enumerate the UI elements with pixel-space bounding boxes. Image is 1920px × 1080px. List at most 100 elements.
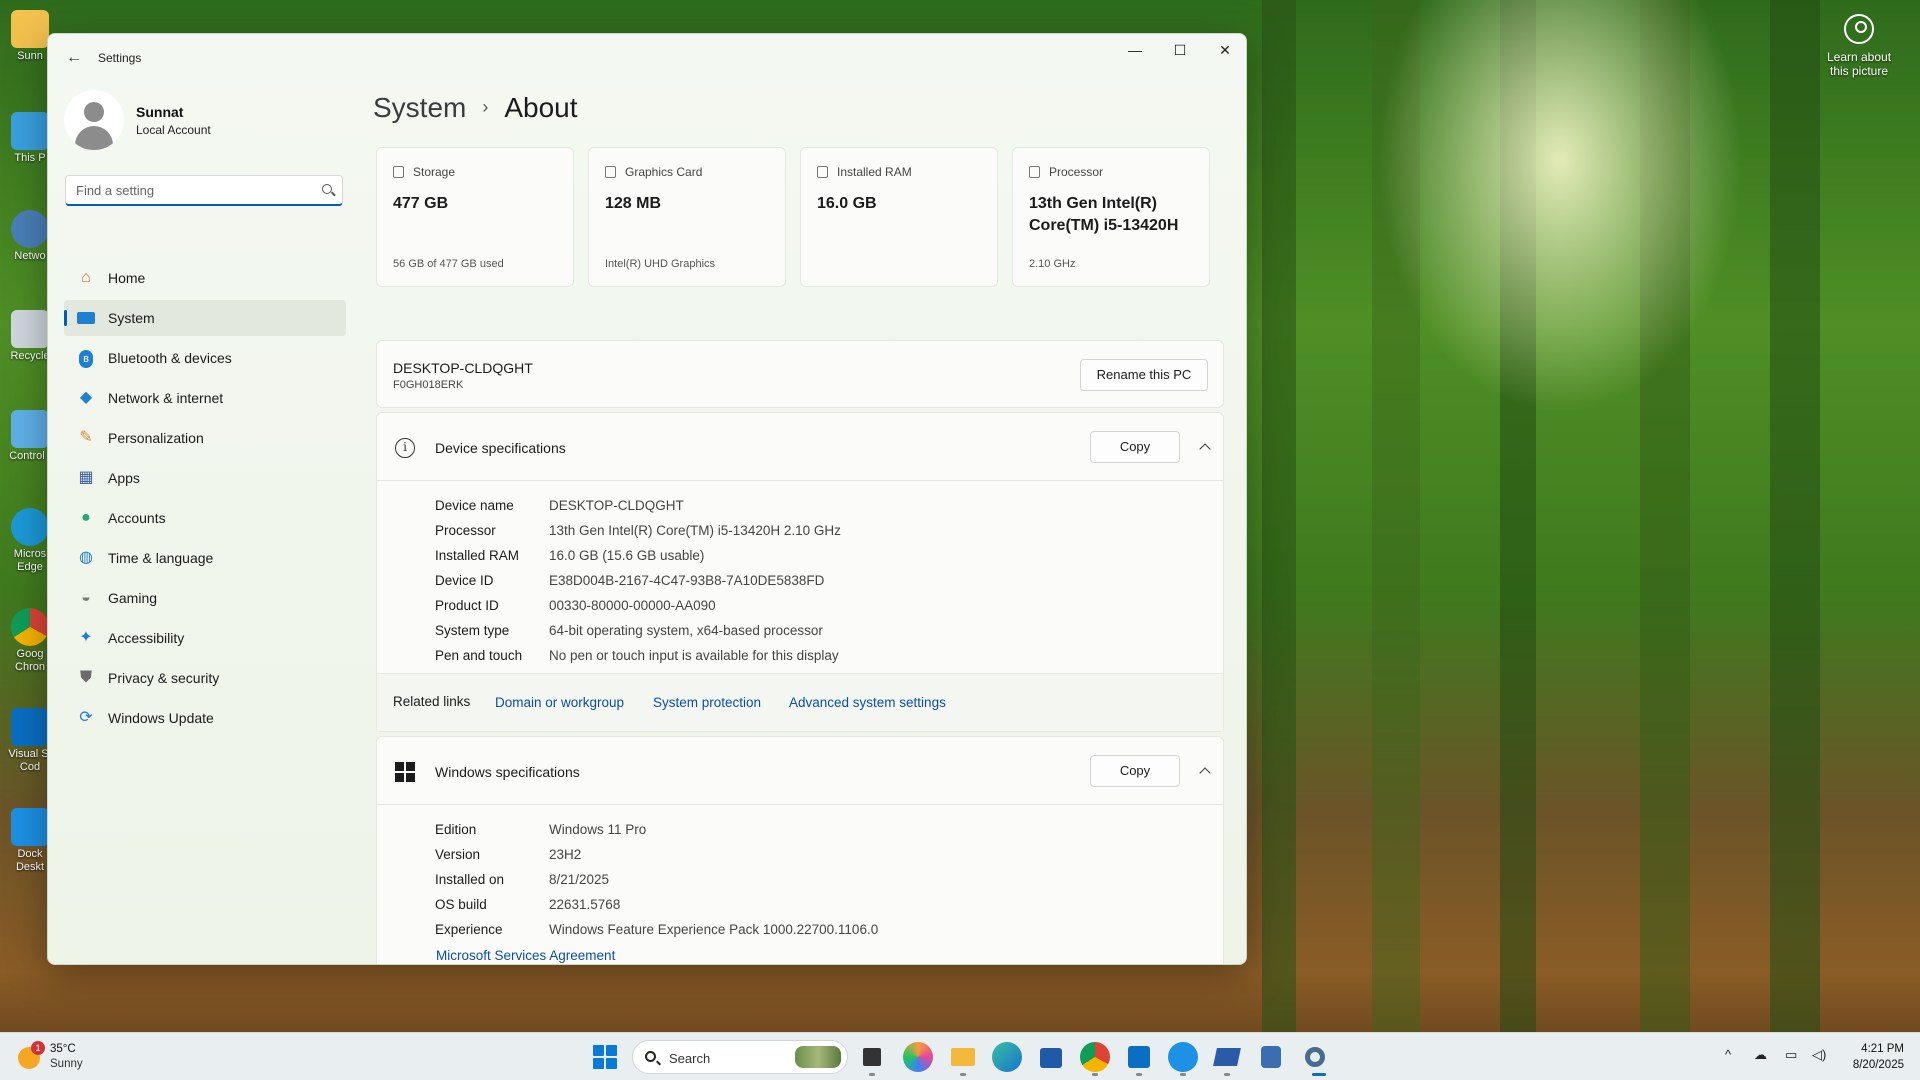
learn-about-picture-label: Learn about this picture [1826,50,1892,78]
volume-icon[interactable]: ◁) [1812,1047,1826,1063]
sidebar-item-apps[interactable]: ▦ Apps [64,460,346,496]
system-icon [76,309,96,327]
processor-icon [1029,166,1040,178]
spec-key: OS build [435,897,487,912]
card-label: Processor [1049,165,1104,179]
device-specs-header[interactable]: i Device specifications Copy [377,413,1223,481]
running-indicator [1092,1073,1098,1076]
domain-workgroup-link[interactable]: Domain or workgroup [495,695,624,710]
sidebar-item-personalization[interactable]: ✎ Personalization [64,420,346,456]
learn-about-picture[interactable]: Learn about this picture [1816,14,1902,78]
sidebar-item-gaming[interactable]: ◒ Gaming [64,580,346,616]
sidebar-item-network[interactable]: ◆ Network & internet [64,380,346,416]
sidebar-item-label: Apps [108,470,140,486]
close-button[interactable]: ✕ [1202,34,1246,66]
sidebar-item-accessibility[interactable]: ✦ Accessibility [64,620,346,656]
folder-icon [11,10,49,48]
windows-specs-panel: Windows specifications Copy Edition Windo… [376,736,1224,964]
page-title: About [504,92,578,123]
sidebar-item-label: Accounts [108,510,166,526]
title-bar: ← Settings — ☐ ✕ [48,34,1246,82]
accessibility-icon: ✦ [79,629,93,646]
sidebar-item-system[interactable]: System [64,300,346,336]
bluetooth-icon: ʙ [76,349,96,368]
collapse-chevron-icon[interactable] [1190,759,1220,783]
section-title: Windows specifications [435,764,580,780]
back-button[interactable]: ← [62,46,86,70]
sidebar-item-home[interactable]: ⌂ Home [64,260,346,296]
file-explorer-icon[interactable] [857,1042,887,1072]
sidebar-item-windows-update[interactable]: ⟳ Windows Update [64,700,346,736]
network-status-icon[interactable]: ▭ [1785,1047,1797,1063]
spec-value: No pen or touch input is available for t… [549,648,839,663]
maximize-button[interactable]: ☐ [1157,34,1203,66]
folder-icon[interactable] [948,1042,978,1072]
control-panel-icon [11,410,49,448]
spec-value: 23H2 [549,847,582,862]
spec-value: 16.0 GB (15.6 GB usable) [549,548,705,563]
storage-card[interactable]: Storage 477 GB 56 GB of 477 GB used [376,147,574,287]
shield-icon: ⛊ [79,669,92,686]
section-title: Device specifications [435,440,566,456]
sidebar-item-privacy[interactable]: ⛊ Privacy & security [64,660,346,696]
edge-icon[interactable] [992,1042,1022,1072]
profile-account-type: Local Account [136,123,211,137]
search-input[interactable] [66,176,306,204]
sidebar-item-label: Bluetooth & devices [108,350,232,366]
network-globe-icon [11,210,49,248]
onedrive-offline-icon[interactable]: ☁ [1754,1047,1767,1063]
brush-icon: ✎ [79,429,93,446]
profile-name: Sunnat [136,104,184,120]
powershell-icon[interactable] [1212,1042,1242,1072]
graphics-card[interactable]: Graphics Card 128 MB Intel(R) UHD Graphi… [588,147,786,287]
start-button[interactable] [590,1042,620,1072]
minimize-button[interactable]: — [1112,34,1158,66]
card-label: Graphics Card [625,165,703,179]
services-agreement-link[interactable]: Microsoft Services Agreement [436,948,615,963]
spec-value: E38D004B-2167-4C47-93B8-7A10DE5838FD [549,573,825,588]
copy-device-specs-button[interactable]: Copy [1090,431,1180,463]
git-bash-icon[interactable] [1256,1042,1286,1072]
spec-value: 8/21/2025 [549,872,610,887]
copy-windows-specs-button[interactable]: Copy [1090,755,1180,787]
clock[interactable]: 4:21 PM 8/20/2025 [1853,1041,1904,1073]
collapse-chevron-icon[interactable] [1190,435,1220,459]
accounts-icon: ● [81,509,91,526]
vscode-icon[interactable] [1124,1042,1154,1072]
edge-icon [11,508,49,546]
controller-icon: ◒ [81,589,91,606]
search-box[interactable] [65,175,343,206]
show-hidden-icons-chevron-icon[interactable]: ^ [1725,1047,1731,1062]
breadcrumb-parent[interactable]: System [373,92,466,123]
processor-card[interactable]: Processor 13th Gen Intel(R) Core(TM) i5-… [1012,147,1210,287]
advanced-system-settings-link[interactable]: Advanced system settings [789,695,946,710]
rename-pc-button[interactable]: Rename this PC [1080,359,1208,391]
related-links-label: Related links [393,694,471,709]
search-icon[interactable] [322,184,332,194]
sidebar-item-time-language[interactable]: ◍ Time & language [64,540,346,576]
card-label: Installed RAM [837,165,912,179]
spec-key: Device ID [435,573,494,588]
windows-specs-header[interactable]: Windows specifications Copy [377,737,1223,805]
card-sub: 2.10 GHz [1029,258,1076,270]
sidebar-item-label: Home [108,270,146,286]
spec-key: System type [435,623,510,638]
pc-name: DESKTOP-CLDQGHT [393,360,533,376]
running-indicator [1180,1073,1186,1076]
running-indicator [869,1073,875,1076]
store-icon[interactable] [1036,1042,1066,1072]
docker-icon[interactable] [1168,1042,1198,1072]
sidebar-item-label: Time & language [108,550,214,566]
sidebar-item-label: System [108,310,155,326]
clock-date: 8/20/2025 [1852,1059,1904,1071]
settings-icon[interactable] [1300,1042,1330,1072]
system-protection-link[interactable]: System protection [653,695,761,710]
ram-card[interactable]: Installed RAM 16.0 GB [800,147,998,287]
sidebar-item-accounts[interactable]: ● Accounts [64,500,346,536]
taskbar-search[interactable]: Search [632,1040,848,1074]
sidebar-item-label: Gaming [108,590,158,606]
chrome-icon[interactable] [1080,1042,1110,1072]
spec-key: Installed on [435,872,505,887]
sidebar-item-bluetooth[interactable]: ʙ Bluetooth & devices [64,340,346,376]
copilot-icon[interactable] [903,1042,933,1072]
